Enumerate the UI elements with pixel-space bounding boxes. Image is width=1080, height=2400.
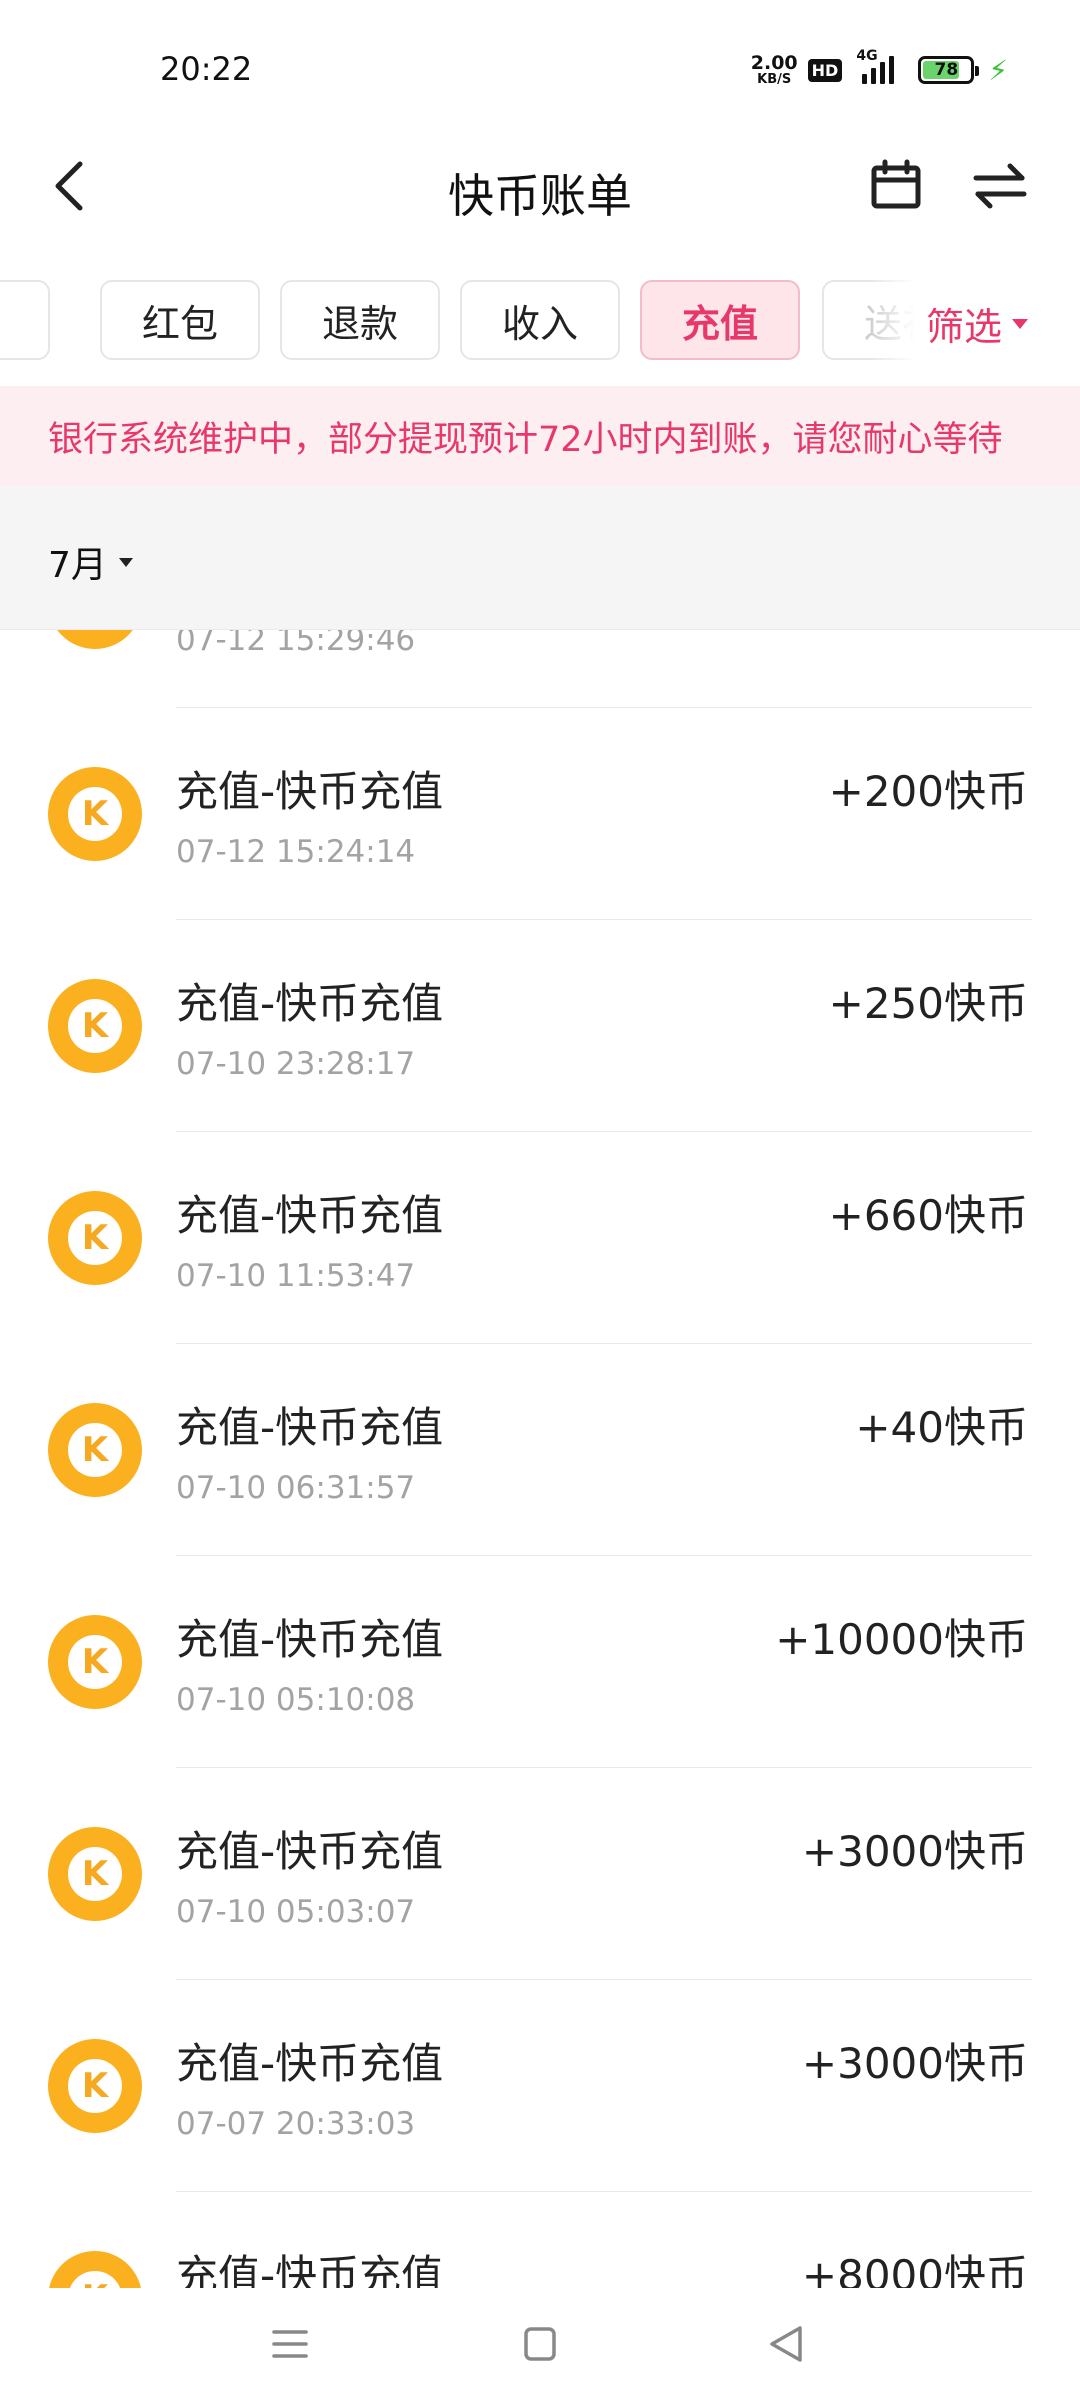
kuaibi-coin-icon: K — [48, 1403, 142, 1497]
transaction-amount: +200快币 — [828, 767, 1028, 816]
coin-letter: K — [68, 1423, 122, 1477]
calendar-icon — [871, 159, 921, 209]
filter-label: 筛选 — [926, 305, 1003, 349]
network-speed: 2.00 KB/S — [750, 52, 798, 87]
transaction-amount: +250快币 — [828, 979, 1028, 1028]
kuaibi-coin-icon: K — [48, 1191, 142, 1285]
transaction-row[interactable]: K 充值-快币充值 07-12 15:29:46 +100快币 — [0, 630, 1080, 708]
transaction-title: 充值-快币充值 — [176, 979, 444, 1028]
coin-letter: K — [68, 1635, 122, 1689]
kuaibi-coin-icon: K — [48, 2251, 142, 2288]
transaction-row[interactable]: K 充值-快币充值 07-07 20:30:00 +8000快币 — [0, 2192, 1080, 2288]
coin-letter: K — [68, 1211, 122, 1265]
transaction-list-inner: K 充值-快币充值 07-12 15:29:46 +100快币 K 充值-快币充… — [0, 630, 1080, 2288]
transaction-row[interactable]: K 充值-快币充值 07-10 11:53:47 +660快币 — [0, 1132, 1080, 1344]
transaction-amount: +3000快币 — [801, 1827, 1028, 1876]
maintenance-notice: 银行系统维护中，部分提现预计72小时内到账，请您耐心等待 — [0, 386, 1080, 486]
tab-recharge[interactable]: 充值 — [640, 280, 800, 360]
transaction-time: 07-10 23:28:17 — [176, 1046, 416, 1082]
transaction-row[interactable]: K 充值-快币充值 07-10 05:03:07 +3000快币 — [0, 1768, 1080, 1980]
coin-letter: K — [68, 2059, 122, 2113]
status-icons: 2.00 KB/S HD 4G 78 ⚡ — [750, 48, 1008, 88]
transaction-row[interactable]: K 充值-快币充值 07-10 06:31:57 +40快币 — [0, 1344, 1080, 1556]
tab-refund[interactable]: 退款 — [280, 280, 440, 360]
transaction-time: 07-07 20:33:03 — [176, 2106, 416, 2142]
coin-letter: K — [68, 1847, 122, 1901]
tab-income[interactable]: 收入 — [460, 280, 620, 360]
transaction-row[interactable]: K 充值-快币充值 07-10 05:10:08 +10000快币 — [0, 1556, 1080, 1768]
transaction-time: 07-12 15:24:14 — [176, 834, 416, 870]
transaction-time: 07-10 05:03:07 — [176, 1894, 416, 1930]
transaction-title: 充值-快币充值 — [176, 767, 444, 816]
transaction-time: 07-10 05:10:08 — [176, 1682, 416, 1718]
calendar-button[interactable] — [866, 156, 926, 216]
charging-bolt-icon: ⚡ — [988, 53, 1008, 87]
battery-percent: 78 — [934, 60, 959, 80]
filter-button[interactable]: 筛选 — [926, 296, 1029, 351]
cellular-signal-icon: 4G — [852, 48, 908, 86]
top-app-bar: 快币账单 — [0, 130, 1080, 240]
transaction-title: 充值-快币充值 — [176, 1191, 444, 1240]
transaction-row[interactable]: K 充值-快币充值 07-12 15:24:14 +200快币 — [0, 708, 1080, 920]
caret-down-icon — [1012, 318, 1029, 329]
kuaibi-coin-icon: K — [48, 630, 142, 649]
sort-swap-button[interactable] — [970, 156, 1030, 216]
swap-arrows-icon — [973, 163, 1027, 209]
menu-icon — [272, 2330, 308, 2358]
month-header: 7月 — [0, 486, 1080, 630]
transaction-title: 充值-快币充值 — [176, 2039, 444, 2088]
transaction-row[interactable]: K 充值-快币充值 07-10 23:28:17 +250快币 — [0, 920, 1080, 1132]
transaction-list[interactable]: K 充值-快币充值 07-12 15:29:46 +100快币 K 充值-快币充… — [0, 630, 1080, 2288]
transaction-title: 充值-快币充值 — [176, 1827, 444, 1876]
square-home-icon — [524, 2327, 556, 2361]
system-back-button[interactable] — [756, 2312, 820, 2376]
caret-down-icon — [118, 557, 133, 567]
recent-apps-button[interactable] — [258, 2312, 322, 2376]
transaction-time: 07-12 15:29:46 — [176, 630, 416, 658]
home-button[interactable] — [508, 2312, 572, 2376]
kuaibi-coin-icon: K — [48, 767, 142, 861]
triangle-back-icon — [770, 2326, 802, 2362]
system-nav-bar — [0, 2288, 1080, 2400]
coin-letter: K — [68, 999, 122, 1053]
status-bar: 20:22 2.00 KB/S HD 4G 78 ⚡ — [0, 0, 1080, 130]
status-time: 20:22 — [160, 50, 253, 88]
transaction-amount: +40快币 — [855, 1403, 1028, 1452]
coin-letter: K — [68, 787, 122, 841]
transaction-row[interactable]: K 充值-快币充值 07-07 20:33:03 +3000快币 — [0, 1980, 1080, 2192]
tab-hidden-left[interactable] — [0, 280, 50, 360]
battery-icon: 78 — [918, 56, 980, 84]
network-speed-value: 2.00 — [750, 52, 798, 74]
month-label: 7月 — [48, 545, 107, 586]
transaction-amount: +8000快币 — [801, 2251, 1028, 2288]
notice-text: 银行系统维护中，部分提现预计72小时内到账，请您耐心等待 — [48, 419, 1003, 460]
transaction-title: 充值-快币充值 — [176, 1615, 444, 1664]
category-tabs: 红包 退款 收入 充值 送礼 筛选 — [0, 280, 1080, 362]
transaction-amount: +3000快币 — [801, 2039, 1028, 2088]
transaction-amount: +10000快币 — [775, 1615, 1028, 1664]
transaction-time: 07-10 11:53:47 — [176, 1258, 416, 1294]
transaction-time: 07-10 06:31:57 — [176, 1470, 416, 1506]
transaction-title: 充值-快币充值 — [176, 2251, 444, 2288]
transaction-amount: +660快币 — [828, 1191, 1028, 1240]
coin-letter: K — [68, 2271, 122, 2288]
month-selector[interactable]: 7月 — [48, 536, 133, 588]
kuaibi-coin-icon: K — [48, 1615, 142, 1709]
kuaibi-coin-icon: K — [48, 2039, 142, 2133]
network-speed-unit: KB/S — [757, 72, 792, 87]
kuaibi-coin-icon: K — [48, 979, 142, 1073]
tab-red-packet[interactable]: 红包 — [100, 280, 260, 360]
transaction-title: 充值-快币充值 — [176, 1403, 444, 1452]
hd-icon: HD — [807, 58, 843, 82]
kuaibi-coin-icon: K — [48, 1827, 142, 1921]
